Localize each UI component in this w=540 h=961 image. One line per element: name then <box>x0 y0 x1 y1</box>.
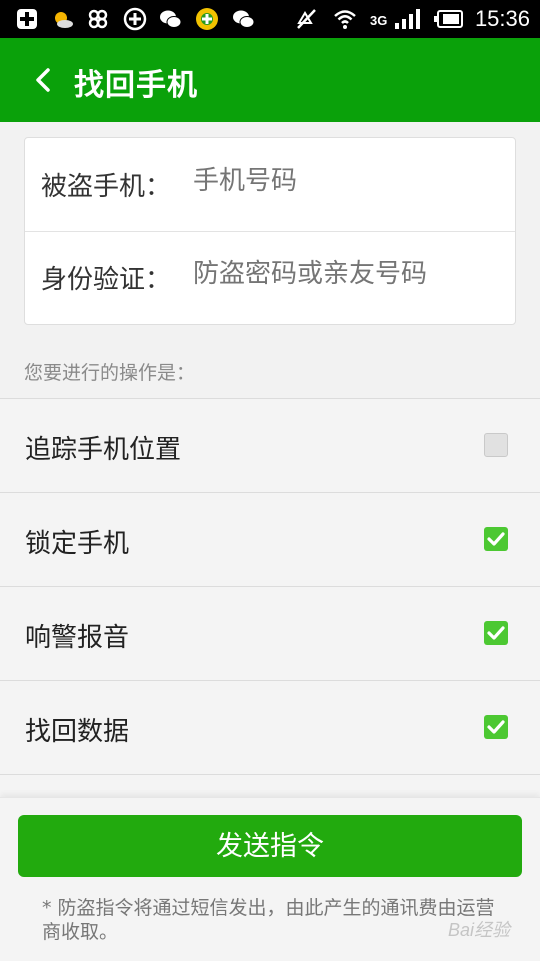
checkmark-icon <box>487 720 505 734</box>
checkbox-checked[interactable] <box>484 715 508 739</box>
option-label: 追踪手机位置 <box>25 435 182 465</box>
wechat-icon <box>233 10 255 28</box>
checkbox-checked[interactable] <box>484 527 508 551</box>
send-command-button[interactable]: 发送指令 <box>18 815 522 877</box>
checkbox-checked[interactable] <box>484 621 508 645</box>
network-type: 3G <box>370 13 388 28</box>
auth-label: 身份验证： <box>41 265 172 295</box>
option-recover-data[interactable]: 找回数据 <box>0 680 540 775</box>
option-row-partial <box>0 774 540 798</box>
game-icon <box>196 8 218 30</box>
title-bar: 找回手机 <box>0 38 540 122</box>
phone-label: 被盗手机： <box>41 172 172 202</box>
weather-sun-icon <box>55 12 73 28</box>
option-track-location[interactable]: 追踪手机位置 <box>0 398 540 493</box>
checkbox-unchecked[interactable] <box>484 433 508 457</box>
sms-fee-note: * 防盗指令将通过短信发出，由此产生的通讯费由运营商收取。 <box>42 897 495 943</box>
auth-row: 身份验证： <box>25 231 515 324</box>
phone-row: 被盗手机： <box>25 138 515 232</box>
add-box-icon <box>17 9 37 29</box>
option-label: 找回数据 <box>25 717 130 747</box>
wechat-icon <box>160 10 182 28</box>
option-label: 响警报音 <box>25 623 130 653</box>
signal-icon <box>395 9 420 29</box>
page-title: 找回手机 <box>74 68 198 103</box>
phone-number-input[interactable] <box>193 166 493 196</box>
battery-icon <box>434 10 463 28</box>
status-bar: 3G 15:36 <box>0 0 540 38</box>
option-alarm-sound[interactable]: 响警报音 <box>0 586 540 681</box>
input-card: 被盗手机： 身份验证： <box>24 137 516 325</box>
checkmark-icon <box>487 532 505 546</box>
checkmark-icon <box>487 626 505 640</box>
option-lock-phone[interactable]: 锁定手机 <box>0 492 540 587</box>
section-label: 您要进行的操作是： <box>24 362 196 384</box>
butterfly-icon <box>88 9 108 29</box>
mute-icon <box>297 9 316 29</box>
auth-input[interactable] <box>193 259 493 289</box>
plus-circle-icon <box>123 7 147 31</box>
back-arrow-icon[interactable] <box>30 64 60 96</box>
option-label: 锁定手机 <box>25 529 130 559</box>
clock: 15:36 <box>474 6 530 31</box>
wifi-icon <box>334 10 356 29</box>
watermark-logo: Bai经验 <box>447 920 510 940</box>
